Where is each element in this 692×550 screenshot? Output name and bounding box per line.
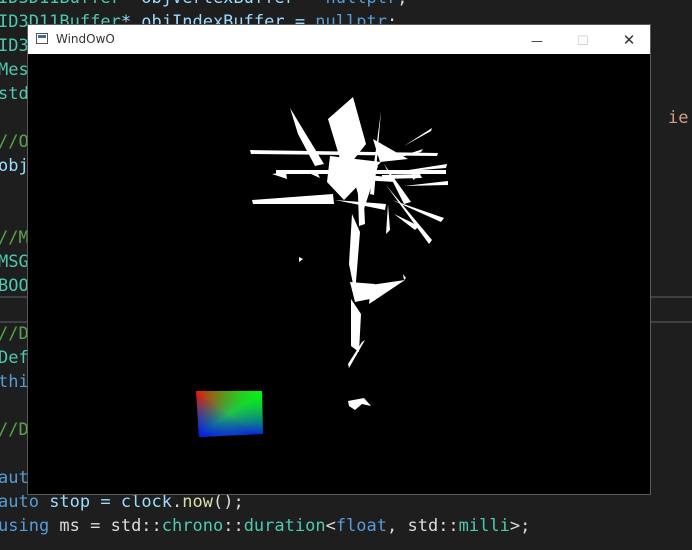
code-line: ID3D11Buffer* objVertexBuffer = nullptr; (0, 0, 407, 10)
window-title: WindOwO (56, 32, 115, 46)
app-icon (36, 33, 48, 44)
code-token: obj (0, 156, 29, 176)
code-token: >; (509, 516, 531, 536)
maximize-button[interactable]: ☐ (560, 25, 606, 54)
code-line: obj (0, 154, 29, 178)
window-titlebar[interactable]: WindOwO — ☐ ✕ (28, 25, 650, 54)
code-token: nullptr (326, 0, 398, 8)
code-token: :: (223, 516, 244, 536)
render-surface (28, 54, 650, 494)
code-token: clock (120, 492, 173, 512)
code-token: . (172, 492, 183, 512)
minimize-button[interactable]: — (514, 25, 560, 54)
code-line: //M (0, 226, 29, 250)
code-token: //M (0, 228, 29, 248)
code-token: //D (0, 420, 29, 440)
code-token: float (335, 516, 388, 536)
code-token: BOO (0, 276, 29, 296)
gradient-quad (196, 391, 263, 437)
code-line: using ms = std::chrono::duration<float, … (0, 514, 530, 538)
code-line: BOO (0, 274, 29, 298)
code-token: ID3 (0, 36, 29, 56)
code-line: Def (0, 346, 29, 370)
code-token: chrono (161, 516, 224, 536)
code-token: ms = std:: (49, 516, 162, 536)
code-token: duration (243, 516, 326, 536)
code-line: std (0, 82, 29, 106)
minimize-icon: — (531, 34, 543, 48)
code-token: //O (0, 132, 29, 152)
code-line: ID3 (0, 34, 29, 58)
code-token: auto (0, 492, 39, 512)
maximize-icon: ☐ (577, 34, 589, 49)
code-token: Mes (0, 60, 29, 80)
close-button[interactable]: ✕ (606, 25, 652, 54)
code-token: , std:: (387, 516, 459, 536)
code-token: (); (213, 492, 244, 512)
code-token: MSG (0, 252, 29, 272)
code-token: thi (0, 372, 29, 392)
code-token: now (182, 492, 213, 512)
code-token: * objVertexBuffer = (121, 0, 326, 8)
app-window[interactable]: WindOwO — ☐ ✕ (27, 24, 651, 495)
code-line: aut (0, 466, 29, 490)
code-line: //D (0, 418, 29, 442)
code-line: Mes (0, 58, 29, 82)
code-token: //D (0, 324, 29, 344)
code-token: stop = (38, 492, 121, 512)
code-token: Def (0, 348, 29, 368)
code-line: MSG (0, 250, 29, 274)
code-token: milli (458, 516, 510, 536)
code-token: using (0, 516, 50, 536)
code-token: ID3D11Buffer (0, 0, 121, 8)
code-token: < (325, 516, 336, 536)
code-line: thi (0, 370, 29, 394)
code-token: ; (397, 0, 407, 8)
close-icon: ✕ (622, 31, 636, 49)
code-line: //O (0, 130, 29, 154)
code-line: //D (0, 322, 29, 346)
code-token: std (0, 84, 29, 104)
code-token: aut (0, 468, 29, 488)
